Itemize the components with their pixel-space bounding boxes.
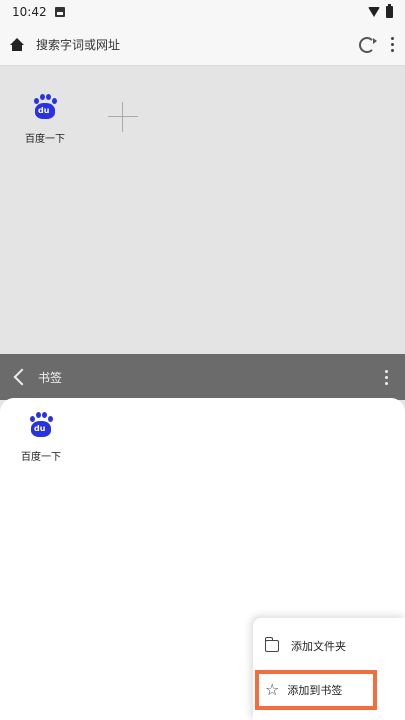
speed-dial-area: du 百度一下 xyxy=(0,66,405,354)
battery-icon xyxy=(386,4,393,18)
add-to-bookmarks-label: 添加到书签 xyxy=(287,684,343,697)
folder-add-icon xyxy=(264,637,279,652)
status-time: 10:42 xyxy=(12,5,47,19)
status-bar: 10:42 xyxy=(0,0,405,24)
tile-label: 百度一下 xyxy=(25,134,65,145)
more-menu-icon[interactable] xyxy=(389,37,395,52)
bookmark-title: 书签 xyxy=(38,370,63,385)
home-icon[interactable] xyxy=(10,37,24,52)
back-chevron-icon[interactable] xyxy=(13,368,31,386)
bookmark-more-icon[interactable] xyxy=(383,369,389,385)
address-input[interactable]: 搜索字词或网址 xyxy=(36,36,359,53)
add-folder-label: 添加文件夹 xyxy=(291,640,346,653)
add-to-bookmarks-menu-item[interactable]: ☆ 添加到书签 xyxy=(255,670,377,710)
bookmark-header: 书签 xyxy=(0,354,405,400)
bookmark-label: 百度一下 xyxy=(21,452,61,463)
popup-menu: 添加文件夹 ☆ 添加到书签 xyxy=(253,618,405,720)
add-folder-menu-item[interactable]: 添加文件夹 xyxy=(253,626,405,666)
status-left: 10:42 xyxy=(12,5,65,19)
bookmark-item-baidu[interactable]: du 百度一下 xyxy=(6,412,76,463)
star-add-icon: ☆ xyxy=(265,680,280,699)
address-bar: 搜索字词或网址 xyxy=(0,24,405,66)
image-notification-icon xyxy=(54,7,65,17)
status-right xyxy=(368,4,393,18)
add-shortcut-plus-icon[interactable] xyxy=(108,102,138,132)
speed-dial-tile-baidu[interactable]: du 百度一下 xyxy=(10,94,80,145)
wifi-icon xyxy=(368,7,380,17)
refresh-icon[interactable] xyxy=(359,36,377,53)
baidu-logo-icon: du xyxy=(26,412,56,442)
baidu-logo-icon: du xyxy=(30,94,60,124)
